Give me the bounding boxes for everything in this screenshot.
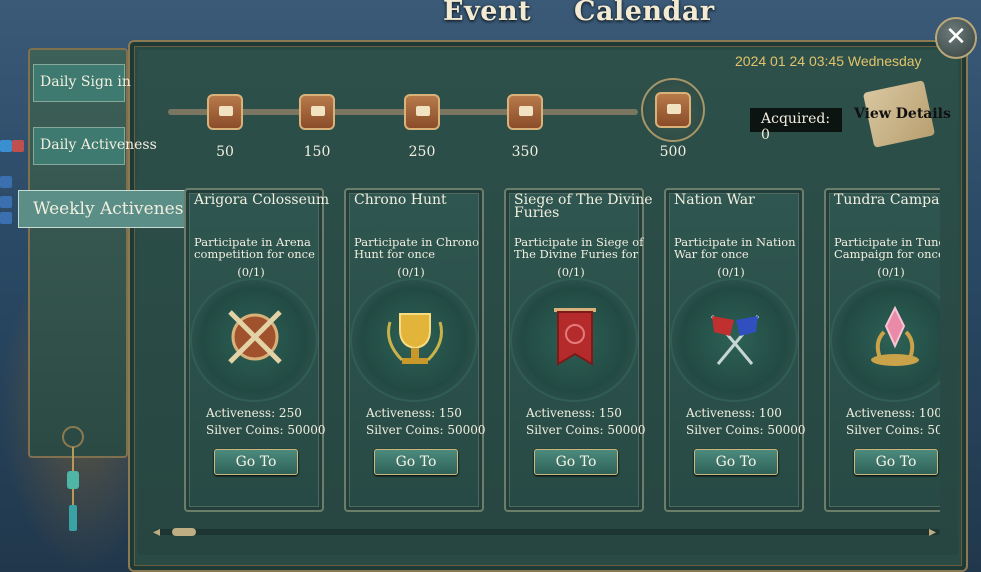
reward-silver-coins: Silver Coins: 50000 bbox=[846, 423, 940, 437]
chest-icon bbox=[655, 92, 691, 128]
go-to-button[interactable]: Go To bbox=[534, 449, 618, 475]
card-description: Participate in Chrono Hunt for once bbox=[354, 235, 479, 261]
go-to-button[interactable]: Go To bbox=[854, 449, 938, 475]
chest-icon bbox=[507, 94, 543, 130]
milestone-chest-150[interactable] bbox=[295, 90, 339, 134]
reward-activeness: Activeness: 150 bbox=[526, 406, 622, 420]
tab-daily-activeness[interactable]: Daily Activeness bbox=[33, 127, 157, 165]
milestone-chest-250[interactable] bbox=[400, 90, 444, 134]
scrollbar-thumb[interactable] bbox=[172, 528, 196, 536]
scroll-left-icon[interactable]: ◂ bbox=[153, 524, 160, 540]
milestone-chest-500[interactable] bbox=[641, 78, 705, 142]
chest-icon bbox=[404, 94, 440, 130]
reward-silver-coins: Silver Coins: 50000 bbox=[686, 423, 806, 437]
close-button[interactable]: ✕ bbox=[935, 17, 977, 59]
milestone-label: 150 bbox=[303, 144, 331, 160]
reward-activeness: Activeness: 250 bbox=[206, 406, 302, 420]
window-title-right: Calendar bbox=[574, 0, 715, 27]
hud-signal-icon[interactable] bbox=[0, 212, 12, 224]
scroll-right-icon[interactable]: ▸ bbox=[929, 524, 936, 540]
card-title: Arigora Colosseum bbox=[194, 192, 330, 208]
tab-weekly-activeness[interactable]: Weekly Activeness bbox=[18, 190, 186, 228]
horizontal-scrollbar[interactable] bbox=[155, 529, 940, 535]
go-to-button[interactable]: Go To bbox=[374, 449, 458, 475]
acquired-counter: Acquired: 0 bbox=[750, 108, 842, 143]
reward-silver-coins: Silver Coins: 50000 bbox=[206, 423, 326, 437]
crystal-icon bbox=[871, 305, 919, 366]
tab-daily-sign-in[interactable]: Daily Sign in bbox=[33, 64, 131, 102]
activity-card-list: Arigora Colosseum Participate in Arena c… bbox=[180, 188, 940, 514]
milestone-chest-350[interactable] bbox=[503, 90, 547, 134]
trophy-icon bbox=[387, 313, 443, 364]
card-description: Participate in Arena competition for onc… bbox=[194, 235, 315, 261]
reward-activeness: Activeness: 150 bbox=[366, 406, 462, 420]
crossed-swords-icon bbox=[228, 310, 282, 364]
card-title: Nation War bbox=[674, 192, 755, 208]
card-progress: (0/1) bbox=[557, 265, 585, 279]
milestone-chest-50[interactable] bbox=[203, 90, 247, 134]
milestone-label: 250 bbox=[408, 144, 436, 160]
card-title: Siege of The Divine Furies bbox=[514, 192, 653, 221]
jade-pendant-ornament bbox=[62, 426, 84, 531]
reward-silver-coins: Silver Coins: 50000 bbox=[526, 423, 646, 437]
banner-icon bbox=[554, 308, 596, 366]
activity-card: Tundra Campaign Participate in Tundra Ca… bbox=[824, 188, 940, 512]
hud-portrait-icon[interactable] bbox=[12, 140, 24, 152]
activity-card: Arigora Colosseum Participate in Arena c… bbox=[184, 188, 329, 512]
sidebar bbox=[28, 48, 128, 458]
window-title-left: Event bbox=[443, 0, 532, 27]
activity-card: Siege of The Divine Furies Participate i… bbox=[504, 188, 653, 512]
hud-signal-icon[interactable] bbox=[0, 196, 12, 208]
card-progress: (0/1) bbox=[717, 265, 745, 279]
milestone-label: 350 bbox=[511, 144, 539, 160]
go-to-button[interactable]: Go To bbox=[694, 449, 778, 475]
reward-activeness: Activeness: 100 bbox=[846, 406, 940, 420]
milestone-label: 50 bbox=[216, 144, 234, 160]
server-datetime: 2024 01 24 03:45 Wednesday bbox=[735, 53, 922, 69]
hud-strip bbox=[0, 140, 24, 230]
activity-card: Nation War Participate in Nation War for… bbox=[664, 188, 806, 512]
card-title: Tundra Campaign bbox=[834, 192, 940, 208]
card-description: Participate in Nation War for once bbox=[674, 235, 796, 261]
reward-silver-coins: Silver Coins: 50000 bbox=[366, 423, 486, 437]
crossed-flags-icon bbox=[710, 315, 760, 365]
card-description: Participate in Tundra Campaign for once bbox=[834, 235, 940, 261]
card-title: Chrono Hunt bbox=[354, 192, 447, 208]
hud-status-icon[interactable] bbox=[0, 140, 12, 152]
milestone-label: 500 bbox=[659, 144, 687, 160]
card-progress: (0/1) bbox=[237, 265, 265, 279]
activity-card: Chrono Hunt Participate in Chrono Hunt f… bbox=[344, 188, 486, 512]
card-progress: (0/1) bbox=[877, 265, 905, 279]
chest-icon bbox=[299, 94, 335, 130]
view-details-button[interactable]: View Details bbox=[854, 106, 951, 122]
card-progress: (0/1) bbox=[397, 265, 425, 279]
close-icon: ✕ bbox=[945, 22, 967, 52]
card-description: Participate in Siege of The Divine Furie… bbox=[514, 235, 644, 261]
chest-icon bbox=[207, 94, 243, 130]
go-to-button[interactable]: Go To bbox=[214, 449, 298, 475]
hud-signal-icon[interactable] bbox=[0, 176, 12, 188]
reward-activeness: Activeness: 100 bbox=[686, 406, 782, 420]
